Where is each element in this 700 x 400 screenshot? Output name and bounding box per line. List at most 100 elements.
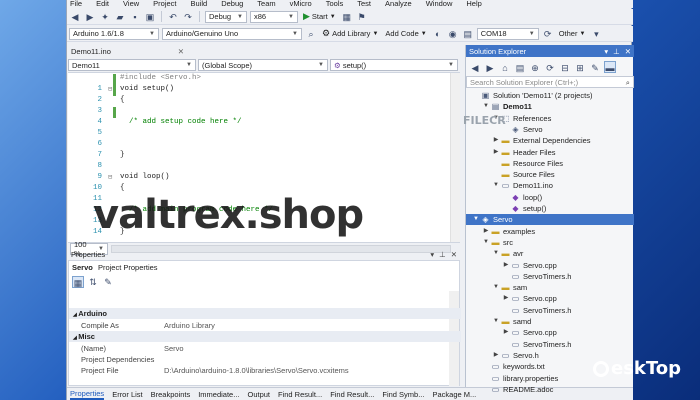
- pin-icon[interactable]: ⊥: [613, 47, 620, 56]
- menu-item-help[interactable]: Help: [466, 0, 481, 8]
- property-category[interactable]: ◢ Arduino: [69, 308, 461, 319]
- tree-item[interactable]: ▭ ServoTimers.h: [466, 271, 634, 282]
- document-tab[interactable]: Demo11.ino ✕: [68, 45, 188, 58]
- bottom-tab[interactable]: Output: [247, 390, 270, 399]
- code-line[interactable]: void loop(): [120, 173, 170, 181]
- property-value[interactable]: Arduino Library: [164, 320, 215, 331]
- tree-item[interactable]: ▶ ▭ Servo.cpp: [466, 260, 634, 271]
- property-row[interactable]: Project Dependencies: [69, 354, 461, 365]
- menu-item-project[interactable]: Project: [153, 0, 176, 8]
- property-category[interactable]: ◢ Misc: [69, 331, 461, 342]
- property-pages-icon[interactable]: ✎: [102, 276, 114, 288]
- forward-icon[interactable]: ▶: [84, 11, 96, 23]
- forward-icon[interactable]: ▶: [484, 61, 496, 73]
- pending-changes-icon[interactable]: ⊕: [529, 61, 541, 73]
- property-row[interactable]: Compile As Arduino Library: [69, 320, 461, 331]
- menu-item-window[interactable]: Window: [426, 0, 453, 8]
- collapse-icon[interactable]: ⊟: [108, 85, 112, 94]
- code-line[interactable]: }: [120, 151, 125, 159]
- tree-item[interactable]: ▼ ▬ samd: [466, 316, 634, 327]
- menu-item-build[interactable]: Build: [191, 0, 208, 8]
- tree-item[interactable]: ▭ ServoTimers.h: [466, 305, 634, 316]
- redo-icon[interactable]: ↷: [182, 11, 194, 23]
- tree-item[interactable]: ▬ Resource Files: [466, 158, 634, 169]
- port-select[interactable]: COM18 ▼: [476, 27, 539, 40]
- add-library-button[interactable]: ⚙ Add Library ▼: [320, 28, 380, 40]
- collapsed-icon[interactable]: ▶: [502, 293, 510, 304]
- menu-item-test[interactable]: Test: [357, 0, 371, 8]
- refresh-icon[interactable]: ⟳: [542, 28, 554, 40]
- property-row[interactable]: Project File D:\Arduino\arduino-1.8.0\lib…: [69, 365, 461, 376]
- arduino-version-select[interactable]: Arduino 1.6/1.8 ▼: [69, 27, 159, 40]
- alphabetical-icon[interactable]: ⇅: [87, 276, 99, 288]
- home-icon[interactable]: ⌂: [499, 61, 511, 73]
- property-value[interactable]: Servo: [164, 343, 184, 354]
- bottom-tab[interactable]: Error List: [112, 390, 142, 399]
- tree-item[interactable]: ▶ ▬ Header Files: [466, 147, 634, 158]
- collapsed-icon[interactable]: ▶: [482, 226, 490, 237]
- other-button[interactable]: Other ▼: [557, 28, 588, 40]
- save-icon[interactable]: ▪: [129, 11, 141, 23]
- attach-icon[interactable]: ▦: [341, 11, 353, 23]
- tree-item[interactable]: ▬ Source Files: [466, 169, 634, 180]
- expanded-icon[interactable]: ▼: [492, 180, 500, 191]
- code-line[interactable]: /* add setup code here */: [120, 118, 242, 126]
- tree-item[interactable]: ▭ README.adoc: [466, 384, 634, 395]
- code-line[interactable]: void setup(): [120, 85, 174, 93]
- scope-nav-select[interactable]: (Global Scope) ▼: [198, 59, 328, 71]
- upload-icon[interactable]: ◉: [447, 28, 459, 40]
- tree-item[interactable]: ▣ Solution 'Demo11' (2 projects): [466, 90, 634, 101]
- expanded-icon[interactable]: ▼: [482, 101, 490, 112]
- expanded-icon[interactable]: ▼: [482, 237, 490, 248]
- switch-views-icon[interactable]: ▤: [514, 61, 526, 73]
- property-value[interactable]: D:\Arduino\arduino-1.8.0\libraries\Servo…: [164, 365, 349, 376]
- bottom-tab[interactable]: Properties: [70, 389, 105, 400]
- pin-icon[interactable]: ⊥: [439, 250, 446, 259]
- properties-icon[interactable]: ✎: [589, 61, 601, 73]
- tree-item[interactable]: ▭ ServoTimers.h: [466, 339, 634, 350]
- serial-monitor-icon[interactable]: ▤: [462, 28, 474, 40]
- expanded-icon[interactable]: ▼: [492, 316, 500, 327]
- show-all-files-icon[interactable]: ⊞: [574, 61, 586, 73]
- collapsed-icon[interactable]: ▶: [502, 260, 510, 271]
- tree-item[interactable]: ▼ ▬ sam: [466, 282, 634, 293]
- back-icon[interactable]: ◀: [69, 11, 81, 23]
- collapsed-icon[interactable]: ▶: [492, 147, 500, 158]
- expanded-icon[interactable]: ▼: [492, 282, 500, 293]
- dropdown-icon[interactable]: ▾: [604, 47, 608, 56]
- code-line[interactable]: {: [120, 96, 125, 104]
- bottom-tab[interactable]: Immediate...: [198, 390, 239, 399]
- collapsed-icon[interactable]: ▶: [492, 350, 500, 361]
- tree-item[interactable]: ▶ ▬ External Dependencies: [466, 135, 634, 146]
- refresh-icon[interactable]: ⟳: [544, 61, 556, 73]
- overflow-icon[interactable]: ▾: [590, 28, 602, 40]
- collapse-all-icon[interactable]: ⊟: [559, 61, 571, 73]
- expanded-icon[interactable]: ▼: [492, 248, 500, 259]
- tree-item[interactable]: ▶ ▭ Servo.cpp: [466, 327, 634, 338]
- menu-item-file[interactable]: File: [70, 0, 82, 8]
- menu-item-debug[interactable]: Debug: [221, 0, 243, 8]
- code-line[interactable]: {: [120, 184, 125, 192]
- board-select[interactable]: Arduino/Genuino Uno ▼: [162, 27, 302, 40]
- new-project-icon[interactable]: ✦: [99, 11, 111, 23]
- tree-item[interactable]: ▼ ▬ avr: [466, 248, 634, 259]
- search-icon[interactable]: ⌕: [305, 28, 317, 40]
- menu-item-vmicro[interactable]: vMicro: [290, 0, 312, 8]
- start-button[interactable]: ▶ Start ▼: [301, 11, 338, 23]
- add-code-button[interactable]: Add Code ▼: [383, 28, 428, 40]
- collapse-icon[interactable]: ⊟: [108, 173, 112, 182]
- menu-item-edit[interactable]: Edit: [96, 0, 109, 8]
- close-icon[interactable]: ✕: [178, 47, 184, 56]
- save-all-icon[interactable]: ▣: [144, 11, 156, 23]
- editor-scrollbar[interactable]: [450, 73, 460, 242]
- tree-item[interactable]: ▼ ▬ src: [466, 237, 634, 248]
- dropdown-icon[interactable]: ▾: [430, 250, 434, 259]
- properties-object-selector[interactable]: Servo Project Properties: [72, 263, 158, 272]
- project-nav-select[interactable]: Demo11 ▼: [68, 59, 196, 71]
- member-nav-select[interactable]: ⚙ setup() ▼: [330, 59, 458, 71]
- bottom-tab[interactable]: Find Symb...: [382, 390, 424, 399]
- property-row[interactable]: (Name) Servo: [69, 343, 461, 354]
- code-line[interactable]: #include <Servo.h>: [120, 74, 201, 82]
- bottom-tab[interactable]: Find Result...: [330, 390, 374, 399]
- menu-item-team[interactable]: Team: [257, 0, 275, 8]
